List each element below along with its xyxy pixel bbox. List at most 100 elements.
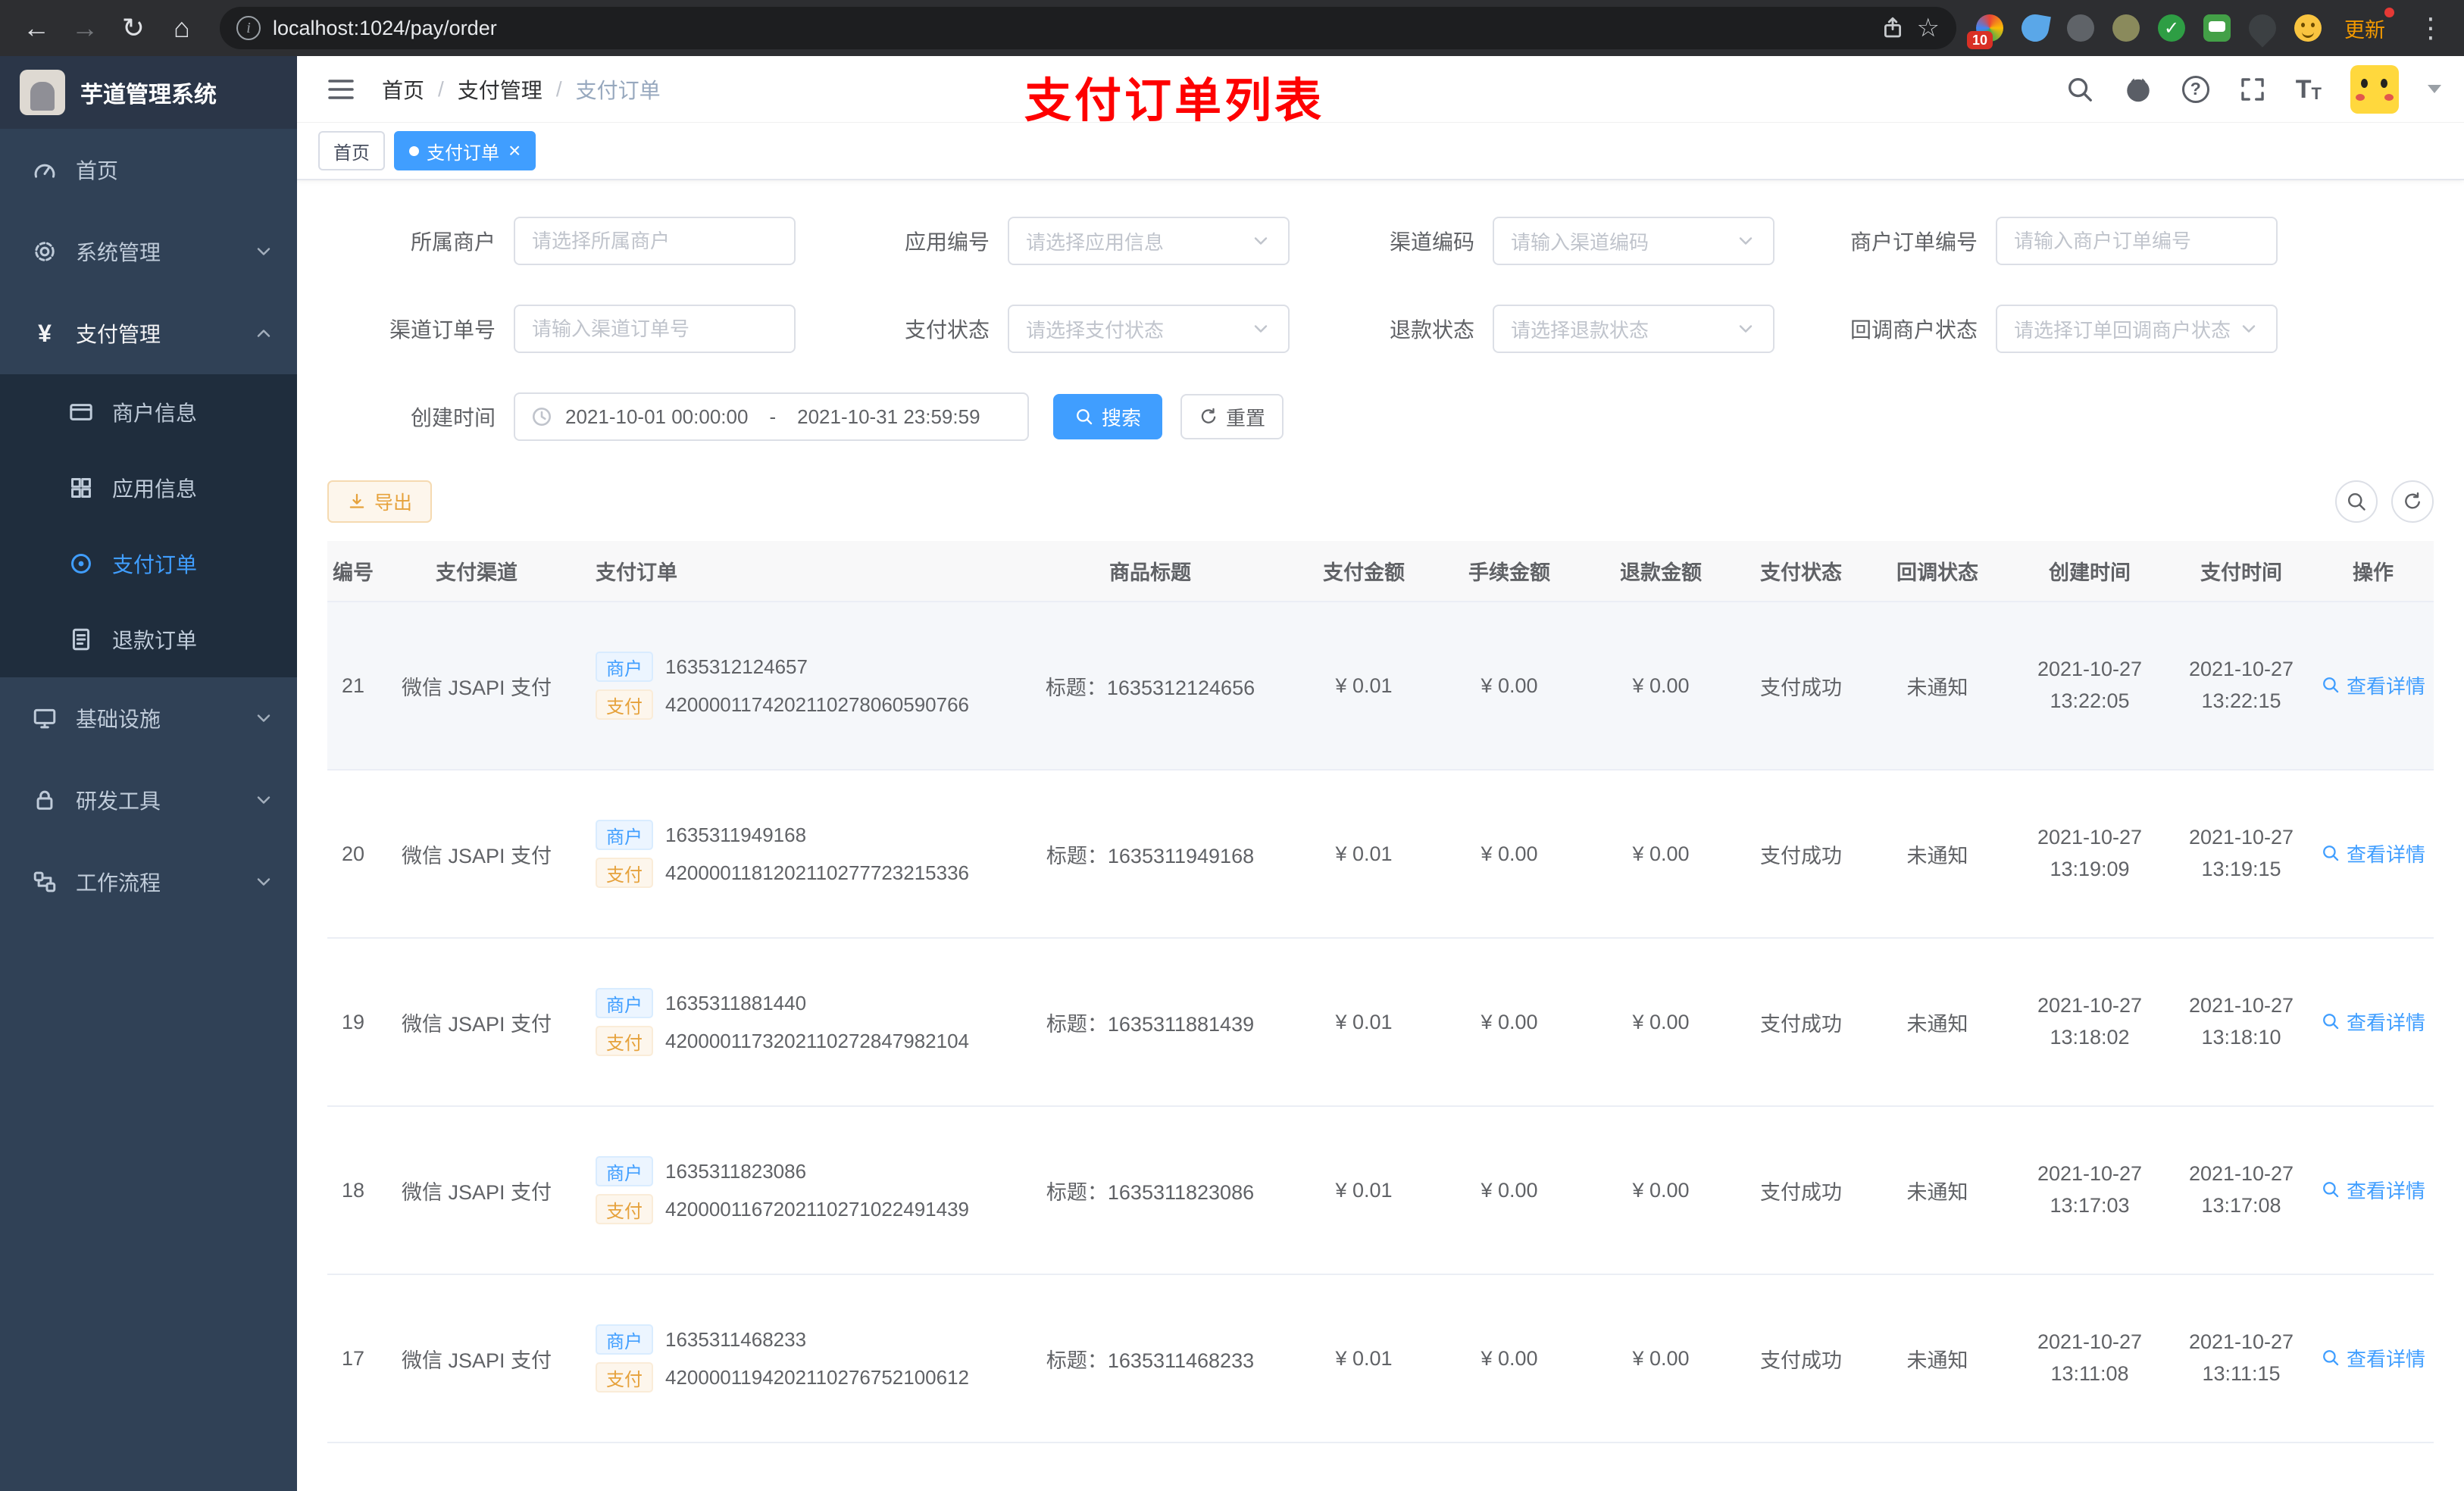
tab-close-icon[interactable]: × (508, 140, 521, 161)
app-logo[interactable]: 芋道管理系统 (0, 56, 297, 129)
date-end-value[interactable]: 2021-10-31 23:59:59 (797, 405, 980, 429)
refresh-icon (1201, 408, 1216, 424)
share-icon[interactable] (1881, 16, 1905, 40)
refund-status-select[interactable]: 请选择退款状态 (1493, 305, 1775, 353)
home-icon[interactable]: ⌂ (161, 7, 203, 49)
pay-tag: 支付 (596, 858, 653, 888)
col-fee: 手续金额 (1434, 541, 1585, 602)
sidebar-item-refund-order[interactable]: 退款订单 (0, 602, 297, 677)
pay-tag: 支付 (596, 1026, 653, 1056)
fullscreen-icon[interactable] (2238, 75, 2267, 104)
cell-refund: ¥ 0.00 (1585, 1274, 1737, 1443)
filter-row-2: 渠道订单号 支付状态 请选择支付状态 退款状态 请选择退款状态 回调商户状态 请… (327, 305, 2434, 353)
font-size-icon[interactable]: TT (2296, 77, 2322, 102)
cell-create-time: 2021-10-27 13:22:05 (2009, 602, 2170, 771)
sidebar-item-pay-order[interactable]: 支付订单 (0, 526, 297, 602)
cell-title: 标题：1635311949168 (1006, 770, 1294, 939)
user-avatar[interactable] (2350, 64, 2399, 114)
olive-circle-extension-icon[interactable] (2112, 14, 2140, 42)
sidebar-item-payment[interactable]: ¥ 支付管理 (0, 292, 297, 374)
cell-channel: 微信 JSAPI 支付 (379, 938, 574, 1107)
filter-row-1: 所属商户 应用编号 请选择应用信息 渠道编码 请输入渠道编码 商户订单编号 (327, 217, 2434, 265)
callback-status-select[interactable]: 请选择订单回调商户状态 (1996, 305, 2278, 353)
url-text[interactable]: localhost:1024/pay/order (273, 17, 497, 40)
gray-circle-extension-icon[interactable] (2067, 14, 2094, 42)
col-refund: 退款金额 (1585, 541, 1737, 602)
breadcrumb-home[interactable]: 首页 (382, 74, 424, 105)
github-icon[interactable] (2123, 74, 2153, 105)
channel-order-no-input[interactable] (514, 305, 796, 353)
avatar-caret-icon[interactable] (2428, 85, 2441, 93)
merchant-order-no-input[interactable] (1996, 217, 2278, 265)
cell-amount: ¥ 0.01 (1294, 770, 1434, 939)
breadcrumb-pay-manage[interactable]: 支付管理 (458, 74, 543, 105)
green-check-extension-icon[interactable]: ✓ (2158, 14, 2185, 42)
download-icon (349, 493, 364, 508)
reload-icon[interactable]: ↻ (112, 7, 155, 49)
forward-icon[interactable]: → (64, 7, 106, 49)
cell-title: 标题：1635311823086 (1006, 1106, 1294, 1275)
cell-create-time: 2021-10-27 13:18:02 (2009, 938, 2170, 1107)
color-wheel-extension-icon[interactable]: 10 (1967, 14, 2003, 49)
search-icon[interactable] (2065, 75, 2094, 104)
export-button[interactable]: 导出 (327, 480, 433, 523)
table-header-row: 编号 支付渠道 支付订单 商品标题 支付金额 手续金额 退款金额 支付状态 回调… (327, 541, 2434, 602)
browser-menu-icon[interactable]: ⋮ (2412, 12, 2449, 44)
reset-button[interactable]: 重置 (1180, 394, 1284, 439)
cell-fee (1434, 1443, 1585, 1491)
col-create-time: 创建时间 (2009, 541, 2170, 602)
hamburger-icon[interactable] (326, 74, 356, 105)
site-info-icon[interactable]: i (236, 16, 261, 40)
cell-channel: 微信 JSAPI 支付 (379, 602, 574, 771)
sidebar-item-infrastructure[interactable]: 基础设施 (0, 677, 297, 759)
url-bar[interactable]: i localhost:1024/pay/order ☆ (220, 7, 1956, 49)
view-detail-link[interactable]: 查看详情 (2321, 1176, 2425, 1204)
channel-code-select[interactable]: 请输入渠道编码 (1493, 217, 1775, 265)
dark-pin-extension-icon[interactable] (2243, 8, 2282, 48)
filter-row-3: 创建时间 2021-10-01 00:00:00 - 2021-10-31 23… (327, 392, 2434, 441)
clock-icon (533, 408, 551, 426)
tab-home[interactable]: 首页 (318, 131, 385, 170)
sidebar-item-workflow[interactable]: 工作流程 (0, 841, 297, 923)
extension-badge: 10 (1967, 31, 1993, 49)
tab-pay-order[interactable]: 支付订单 × (394, 131, 536, 170)
cell-pay-time: 2021-10-27 13:17:08 (2170, 1106, 2312, 1275)
col-id: 编号 (327, 541, 379, 602)
app-no-select[interactable]: 请选择应用信息 (1008, 217, 1290, 265)
sidebar-menu: 首页 系统管理 ¥ 支付管理 商户信息 应用信息 支付订单 退款订单 基础设施 … (0, 129, 297, 923)
blue-drop-extension-icon[interactable] (2019, 12, 2051, 44)
date-start-value[interactable]: 2021-10-01 00:00:00 (565, 405, 748, 429)
toggle-search-button[interactable] (2335, 480, 2378, 523)
col-title: 商品标题 (1006, 541, 1294, 602)
back-icon[interactable]: ← (15, 7, 58, 49)
view-detail-link[interactable]: 查看详情 (2321, 839, 2425, 867)
cell-fee: ¥ 0.00 (1434, 938, 1585, 1107)
gear-icon (30, 237, 59, 266)
sidebar-item-system[interactable]: 系统管理 (0, 211, 297, 292)
sidebar-item-dev-tools[interactable]: 研发工具 (0, 759, 297, 841)
search-button[interactable]: 搜索 (1053, 394, 1162, 439)
bookmark-star-icon[interactable]: ☆ (1917, 13, 1940, 43)
browser-toolbar: ← → ↻ ⌂ i localhost:1024/pay/order ☆ 10 … (0, 0, 2464, 56)
order-table: 编号 支付渠道 支付订单 商品标题 支付金额 手续金额 退款金额 支付状态 回调… (327, 541, 2434, 1491)
sidebar-item-app-info[interactable]: 应用信息 (0, 450, 297, 526)
cell-id: 17 (327, 1274, 379, 1443)
sidebar-item-home[interactable]: 首页 (0, 129, 297, 211)
smiley-extension-icon[interactable] (2294, 14, 2322, 42)
table-row: 17 微信 JSAPI 支付 商户 1635311468233 支付 4200001… (327, 1274, 2434, 1443)
date-range-picker[interactable]: 2021-10-01 00:00:00 - 2021-10-31 23:59:5… (514, 392, 1029, 441)
view-detail-link[interactable]: 查看详情 (2321, 1344, 2425, 1372)
refresh-table-button[interactable] (2391, 480, 2434, 523)
green-chat-extension-icon[interactable] (2203, 14, 2231, 42)
cell-status (1737, 1443, 1865, 1491)
browser-update-button[interactable]: 更新 (2340, 7, 2394, 48)
filter-label-channel-code: 渠道编码 (1389, 230, 1474, 254)
view-detail-link[interactable]: 查看详情 (2321, 671, 2425, 699)
pay-tag: 支付 (596, 1362, 653, 1393)
pay-tag: 支付 (596, 689, 653, 720)
sidebar-item-merchant-info[interactable]: 商户信息 (0, 374, 297, 450)
view-detail-link[interactable]: 查看详情 (2321, 1008, 2425, 1036)
help-icon[interactable]: ? (2181, 75, 2209, 103)
merchant-input[interactable] (514, 217, 796, 265)
pay-status-select[interactable]: 请选择支付状态 (1008, 305, 1290, 353)
